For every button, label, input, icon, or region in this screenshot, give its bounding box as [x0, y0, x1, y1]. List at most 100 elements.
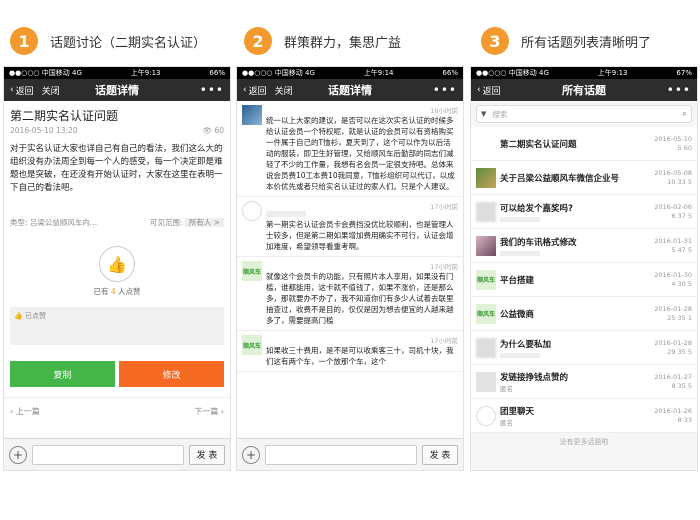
topic-date: 2016-01-28 [654, 304, 692, 313]
topic-date: 2016-02-06 [654, 202, 692, 211]
like-button[interactable]: 👍 [99, 246, 135, 282]
battery: 66% [209, 69, 225, 77]
more-icon[interactable]: ••• [667, 83, 691, 97]
edit-button[interactable]: 修改 [119, 361, 224, 387]
nav-bar: ‹ 返回 所有话题 ••• [471, 79, 697, 101]
message-text: 就像这个会员卡的功能，只有照片本人享用，如果没有门槛，谁都能用，这卡就不值钱了，… [266, 272, 454, 325]
status-bar: ●●○○○ 中国移动 4G 上午9:13 67% [471, 67, 697, 79]
plus-icon[interactable]: + [9, 445, 27, 464]
visible-label: 可见范围: [149, 218, 183, 227]
close-button[interactable]: 关闭 [42, 84, 60, 97]
topic-stats: 25 35 1 [667, 313, 692, 322]
send-button[interactable]: 发 表 [189, 444, 225, 465]
back-button[interactable]: ‹ 返回 [10, 84, 34, 97]
topic-sub: 匿名 [500, 384, 513, 393]
liked-label: 已点赞 [24, 312, 46, 320]
topic-avatar [476, 235, 496, 256]
step-caption: 所有话题列表清晰明了 [521, 35, 652, 51]
message-time: 16小时前 [430, 107, 458, 115]
list-item[interactable]: 关于吕梁公益顺风车微信企业号 2016-05-08 10 33 5 [471, 161, 697, 195]
chevron-left-icon: ‹ [10, 85, 14, 95]
topic-avatar [476, 337, 496, 358]
topic-avatar: 顺风车 [476, 269, 496, 290]
list-item[interactable]: 发链接挣钱点赞的 匿名 2016-01-27 8 35 5 [471, 365, 697, 399]
chevron-right-icon: › [218, 407, 224, 416]
search-bar[interactable]: ▼ 搜索 ⌕ [476, 105, 692, 123]
topic-stats: 8 35 5 [671, 381, 692, 390]
list-item[interactable]: 团里聊天 匿名 2016-01-26 8 33 [471, 399, 697, 433]
search-placeholder: 搜索 [492, 109, 508, 119]
plus-icon[interactable]: + [242, 445, 260, 464]
copy-button[interactable]: 复制 [10, 361, 115, 387]
close-button[interactable]: 关闭 [275, 84, 293, 97]
like-text: 已有 4 人点赞 [93, 286, 140, 297]
topic-avatar [476, 167, 496, 188]
list-item[interactable]: 第二期实名认证问题 2016-05-10 5 60 [471, 127, 697, 161]
back-button[interactable]: ‹ 返回 [243, 84, 267, 97]
topic-title: 可以给发个嘉奖吗? [500, 203, 573, 214]
type-value: 吕梁公益顺风车内... [29, 218, 98, 227]
search-icon[interactable]: ⌕ [682, 109, 687, 119]
chevron-left-icon: ‹ [243, 85, 247, 95]
chevron-left-icon: ‹ [477, 85, 481, 95]
like-count: 4 [110, 287, 116, 296]
next-label: 下一篇 [194, 407, 219, 416]
message-text: 如果收三十费用，是不是可以收乘客三十，司机十块，我们这有两个车，一个放那个车，这… [266, 346, 454, 366]
carrier: ●●○○○ 中国移动 4G [242, 69, 315, 77]
eye-icon: 👁 [202, 126, 215, 135]
next-link[interactable]: 下一篇 › [194, 406, 224, 417]
topic-date: 2016-05-10 13:20 [10, 126, 78, 135]
topic-stats: 8 33 [677, 415, 692, 424]
liked-box: 👍 已点赞 [10, 307, 224, 345]
nav-bar: ‹ 返回 关闭 话题详情 ••• [4, 79, 230, 101]
more-icon[interactable]: ••• [433, 83, 457, 97]
carrier: ●●○○○ 中国移动 4G [9, 69, 82, 77]
topic-stats: 5 60 [677, 143, 692, 152]
step-number: 1 [10, 27, 38, 55]
status-bar: ●●○○○ 中国移动 4G 上午9:14 66% [237, 67, 463, 79]
topic-stats: 6 37 5 [671, 211, 692, 220]
page-title: 话题详情 [95, 84, 139, 97]
author-placeholder [500, 352, 540, 358]
avatar [242, 105, 262, 125]
list-item[interactable]: 可以给发个嘉奖吗? 2016-02-06 6 37 5 [471, 195, 697, 229]
list-item[interactable]: 顺风车 公益微商 2016-01-28 25 35 1 [471, 297, 697, 331]
send-button[interactable]: 发 表 [422, 444, 458, 465]
topic-date: 2016-01-31 [654, 236, 692, 245]
topic-avatar: 顺风车 [476, 303, 496, 324]
topic-avatar [476, 133, 496, 154]
more-icon[interactable]: ••• [200, 83, 224, 97]
phone-topic-list: ●●○○○ 中国移动 4G 上午9:13 67% ‹ 返回 所有话题 ••• ▼ … [470, 66, 698, 471]
list-footer: 没有更多话题啦 [559, 438, 609, 446]
topic-title: 第二期实名认证问题 [10, 109, 119, 123]
comment-input[interactable] [265, 444, 417, 465]
back-label: 返回 [482, 86, 501, 97]
comment-toolbar: + 发 表 [4, 438, 230, 470]
phone-discussion: ●●○○○ 中国移动 4G 上午9:14 66% ‹ 返回 关闭 话题详情 •••… [236, 66, 464, 471]
list-item[interactable]: 我们的车讯格式修改 2016-01-31 5 47 5 [471, 229, 697, 263]
comment-input[interactable] [32, 444, 184, 465]
list-item[interactable]: 顺风车 平台搭建 2016-01-30 4 30 5 [471, 263, 697, 297]
topic-date: 2016-01-27 [654, 372, 692, 381]
thumbs-up-icon: 👍 [107, 254, 127, 274]
visible-value[interactable]: 所有人 > [184, 218, 224, 227]
prev-link[interactable]: ‹ 上一篇 [10, 406, 40, 417]
thumbs-up-icon: 👍 [14, 312, 25, 320]
name-placeholder [266, 211, 306, 217]
topic-title: 我们的车讯格式修改 [500, 237, 577, 248]
message-time: 17小时前 [430, 263, 458, 271]
back-button[interactable]: ‹ 返回 [477, 84, 501, 97]
user-avatar-icon [476, 405, 496, 426]
topic-stats: 10 33 5 [667, 177, 692, 186]
back-label: 返回 [15, 86, 34, 97]
view-count: 60 [214, 126, 224, 135]
message-text: 第一期实名认证会员卡会费挡没优比较顺利，也是管理人士较多，但是第二期如果增加费用… [266, 220, 454, 251]
step-number: 3 [481, 27, 509, 55]
action-buttons: 复制 修改 [4, 345, 230, 387]
topic-title: 团里聊天 [500, 406, 535, 417]
topic-date: 2016-01-30 [654, 270, 692, 279]
list-item[interactable]: 为什么要私加 2016-01-28 29 35 5 [471, 331, 697, 365]
step-1: 1 话题讨论（二期实名认证） [10, 27, 206, 55]
page-title: 话题详情 [328, 84, 372, 97]
dropdown-caret-icon[interactable]: ▼ [481, 110, 486, 118]
